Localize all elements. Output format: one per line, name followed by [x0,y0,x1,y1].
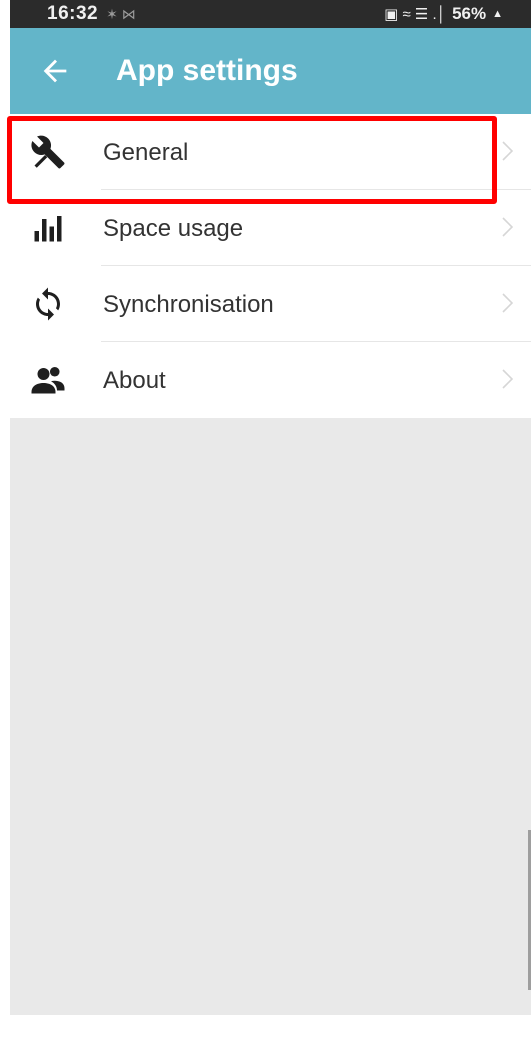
notification-icons: ✶ ⋈ [106,5,136,22]
system-status-icons: ▣ ≈ ☰ .│ [384,6,447,23]
settings-item-label: General [103,139,189,166]
settings-item-synchronisation[interactable]: Synchronisation [10,266,531,342]
app-screen: 16:32 ✶ ⋈ ▣ ≈ ☰ .│ 56% ▲ App settings Ge… [0,0,531,1039]
page-title: App settings [116,54,298,87]
chevron-right-icon [502,141,514,161]
settings-item-label: Synchronisation [103,291,274,318]
chevron-right-icon [502,217,514,237]
tools-icon [31,135,65,169]
settings-item-label: Space usage [103,215,244,242]
battery-icon: ▲ [492,8,503,20]
app-bar: App settings [10,28,531,114]
status-bar: 16:32 ✶ ⋈ ▣ ≈ ☰ .│ 56% ▲ [10,0,531,28]
empty-content-area [10,418,531,1015]
back-arrow-icon[interactable] [38,54,72,88]
status-right: ▣ ≈ ☰ .│ 56% ▲ [384,0,503,28]
settings-list: General Space usage Synchronisation Abou… [10,114,531,418]
settings-item-label: About [103,367,166,394]
status-time: 16:32 [47,3,99,24]
chevron-right-icon [502,293,514,313]
chevron-right-icon [502,369,514,389]
battery-percentage: 56% [452,4,487,23]
settings-item-general[interactable]: General [10,114,531,190]
sync-icon [36,287,60,321]
settings-item-space-usage[interactable]: Space usage [10,190,531,266]
bar-chart-icon [34,216,62,242]
people-icon [31,366,65,394]
status-left: 16:32 ✶ ⋈ [47,3,136,25]
settings-item-about[interactable]: About [10,342,531,418]
